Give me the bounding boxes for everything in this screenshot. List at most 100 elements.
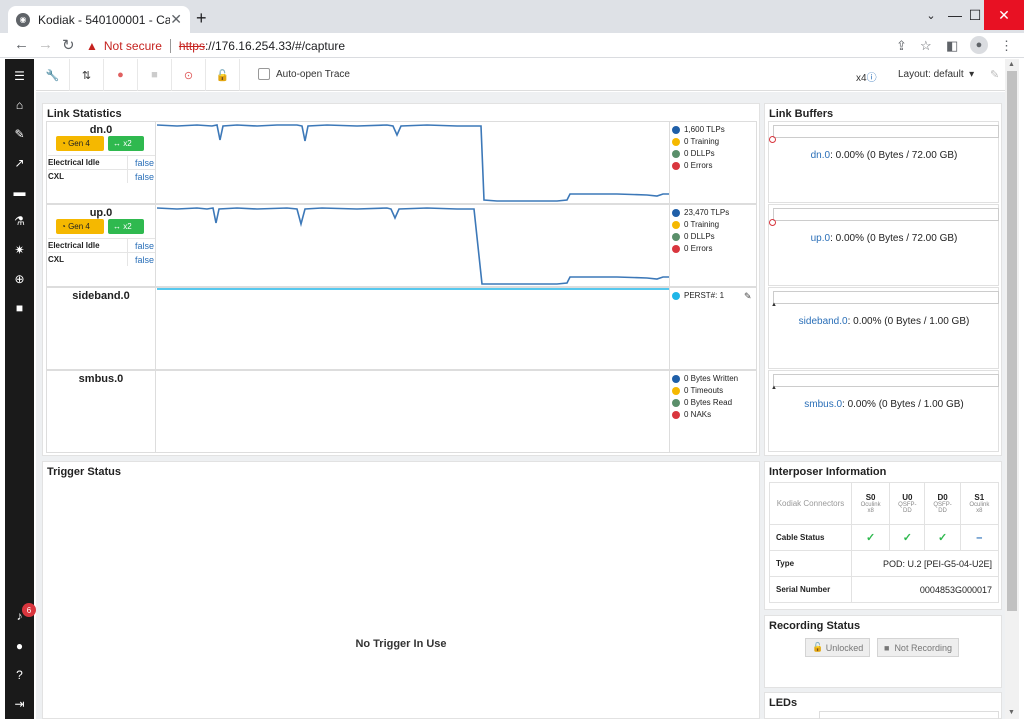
legend-dot <box>672 161 680 170</box>
link-statistics-title: Link Statistics <box>47 108 122 120</box>
connectors-label: Kodiak Connectors <box>769 482 852 525</box>
unlock-icon: 🔓 <box>812 642 826 652</box>
legend-dllps: 0 DLLPs <box>672 232 715 241</box>
menu-icon[interactable]: ☰ <box>5 69 34 83</box>
unlocked-button[interactable]: 🔓 Unlocked <box>805 638 871 657</box>
legend-training: 0 Training <box>672 220 719 229</box>
not-secure-label[interactable]: Not secure <box>104 39 162 53</box>
buffer-detail: : 0.00% (0 Bytes / 72.00 GB) <box>830 233 958 244</box>
forward-icon[interactable]: → <box>38 36 53 53</box>
gen-badge: ◔ Gen 4 <box>56 136 104 151</box>
divider <box>169 38 171 53</box>
wrench-tool-icon[interactable]: 🔧 <box>36 59 70 91</box>
cxl-label: CXL <box>48 172 64 181</box>
cable-status-d0: ✓ <box>924 524 961 551</box>
cxl-value: false <box>135 255 155 265</box>
record-icon[interactable]: ● <box>104 59 138 91</box>
link-info: smbus.0 <box>47 371 156 452</box>
smbus-chart <box>157 371 669 452</box>
buffer-up0: up.0: 0.00% (0 Bytes / 72.00 GB) <box>768 204 999 286</box>
reload-icon[interactable]: ↻ <box>62 36 75 54</box>
legend-dot <box>672 244 680 253</box>
share-icon[interactable]: ⇪ <box>896 38 907 54</box>
more-menu-icon[interactable]: ⋮ <box>1000 38 1013 54</box>
legend-text: 0 Errors <box>684 161 713 170</box>
profile-avatar[interactable]: ● <box>970 36 988 54</box>
buffer-name[interactable]: smbus.0 <box>804 399 842 410</box>
buffer-text: smbus.0: 0.00% (0 Bytes / 1.00 GB) <box>769 399 999 410</box>
url-input[interactable]: ▲ Not secure https ://176.16.254.33/#/ca… <box>86 35 886 56</box>
electrical-idle-label: Electrical Idle <box>48 241 100 250</box>
arrows-icon: ↔ <box>113 222 124 231</box>
legend-text: 23,470 TLPs <box>684 208 730 217</box>
legend-dot <box>672 232 680 241</box>
help-circle-icon[interactable]: ⓘ <box>867 73 877 84</box>
target-icon[interactable]: ⊕ <box>5 272 34 286</box>
back-icon[interactable]: ← <box>14 36 29 53</box>
gen-text: Gen 4 <box>68 139 90 148</box>
layout-dropdown[interactable]: Layout: default ▾ <box>898 69 974 80</box>
legend-text: 0 Bytes Read <box>684 398 733 407</box>
throughput-line <box>157 207 669 285</box>
link-buffers-title: Link Buffers <box>769 108 834 120</box>
bookmark-star-icon[interactable]: ☆ <box>920 38 932 54</box>
legend-text: 1,600 TLPs <box>684 125 725 134</box>
close-window-button[interactable]: ✕ <box>984 0 1024 30</box>
browser-tab[interactable]: ◉ Kodiak - 540100001 - Capture ✕ <box>8 6 190 33</box>
divider <box>48 252 155 253</box>
scroll-down-icon[interactable]: ▼ <box>1008 709 1015 716</box>
url-text: ://176.16.254.33/#/capture <box>204 38 346 53</box>
link-legend: PERST#: 1 ✎ <box>669 288 757 369</box>
sort-icon[interactable]: ⇅ <box>70 59 104 91</box>
legend-dot <box>672 137 680 146</box>
legend-errors: 0 Errors <box>672 244 712 253</box>
divider <box>127 239 128 252</box>
leds-title: LEDs <box>769 697 798 709</box>
pencil-icon[interactable]: ✎ <box>744 291 752 302</box>
globe-icon: ◉ <box>16 12 30 27</box>
chart-icon[interactable]: ↗ <box>5 156 34 170</box>
unlock-icon[interactable]: 🔓 <box>206 59 240 91</box>
user-icon[interactable]: ● <box>5 639 34 653</box>
side-panel-icon[interactable]: ◧ <box>946 38 958 54</box>
wrench-icon[interactable]: ✎ <box>5 127 34 141</box>
link-row-smbus0: smbus.0 0 Bytes Written 0 Timeouts 0 Byt… <box>46 370 757 453</box>
edit-layout-icon[interactable]: ✎ <box>990 68 999 81</box>
legend-dot <box>672 410 680 419</box>
cable-status-label: Cable Status <box>769 524 852 551</box>
caret-down-icon: ▾ <box>969 69 975 80</box>
help-icon[interactable]: ? <box>5 668 34 682</box>
not-recording-button[interactable]: ■ Not Recording <box>877 638 959 657</box>
flask-icon[interactable]: ⚗ <box>5 214 34 228</box>
stop-icon[interactable]: ■ <box>138 59 172 91</box>
scroll-up-icon[interactable]: ▲ <box>1008 61 1015 68</box>
page-scrollbar[interactable]: ▲ ▼ <box>1005 59 1019 719</box>
new-tab-button[interactable]: + <box>196 8 207 29</box>
buffer-name[interactable]: dn.0 <box>811 150 830 161</box>
connector-width: DD <box>903 508 912 514</box>
gen-text: Gen 4 <box>68 222 90 231</box>
speedometer-icon: ◔ <box>61 139 69 148</box>
scroll-thumb[interactable] <box>1007 71 1017 611</box>
drive-icon[interactable]: ▬ <box>5 185 34 199</box>
home-icon[interactable]: ⌂ <box>5 98 34 112</box>
legend-perst: PERST#: 1 <box>672 291 724 300</box>
cable-status-s0: ✓ <box>850 524 891 551</box>
interposer-table: Kodiak Connectors S0 Oculink x8 U0 QSFP- DD … <box>769 482 1000 603</box>
buffer-name[interactable]: sideband.0 <box>799 316 848 327</box>
electrical-idle-label: Electrical Idle <box>48 158 100 167</box>
legend-naks: 0 NAKs <box>672 410 711 419</box>
buffer-name[interactable]: up.0 <box>811 233 830 244</box>
legend-errors: 0 Errors <box>672 161 712 170</box>
panel-icon[interactable]: ■ <box>5 301 34 315</box>
gear-icon[interactable]: ✷ <box>5 243 34 257</box>
trigger-target-icon[interactable]: ⊙ <box>172 59 206 91</box>
close-tab-icon[interactable]: ✕ <box>170 11 182 28</box>
type-label: Type <box>769 550 852 577</box>
logout-icon[interactable]: ⇥ <box>5 697 34 711</box>
width-badge: ↔ x2 <box>108 136 144 151</box>
warning-icon: ▲ <box>86 38 98 53</box>
auto-open-trace-checkbox[interactable] <box>258 68 270 80</box>
link-legend: 23,470 TLPs 0 Training 0 DLLPs 0 Errors <box>669 205 757 286</box>
cable-status-s1: – <box>959 524 1000 551</box>
